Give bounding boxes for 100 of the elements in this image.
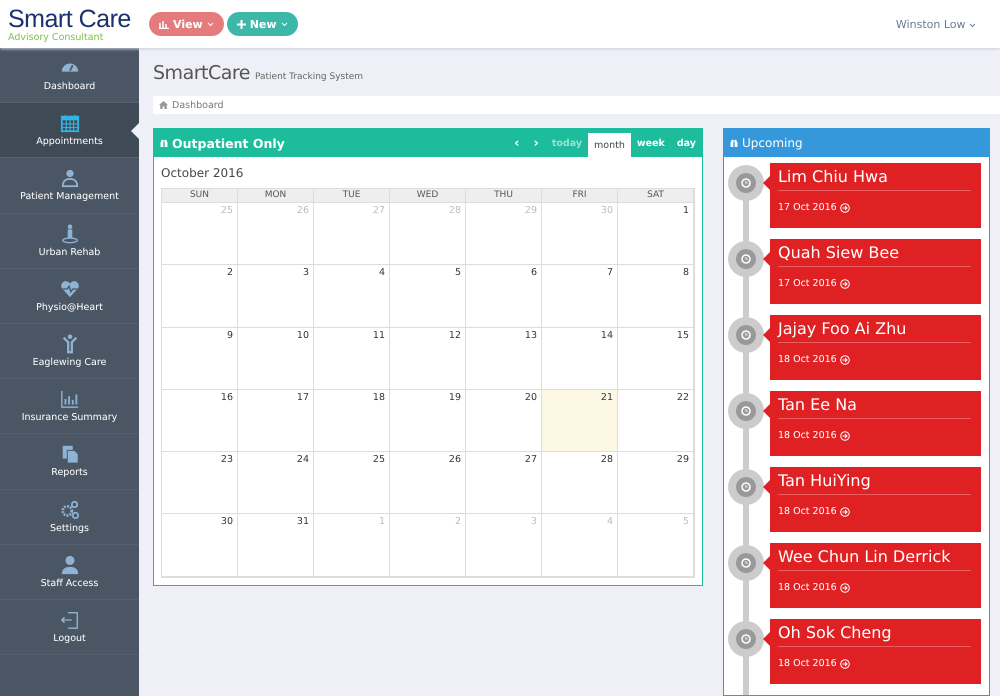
day-cell[interactable]: 4 [314,265,390,328]
sidebar-item[interactable]: Staff Access [0,544,139,600]
arrow-circle-icon [840,582,850,592]
weekday-header: SAT [618,189,694,203]
chart-icon [60,389,80,410]
patient-name: Jajay Foo Ai Zhu [778,319,971,343]
day-cell[interactable]: 7 [542,265,618,328]
day-cell[interactable]: 28 [542,452,618,514]
person-icon [60,224,80,244]
day-cell[interactable]: 26 [390,452,466,514]
arrow-circle-icon [840,430,850,440]
chevron-down-icon [206,22,214,26]
day-cell[interactable]: 15 [618,328,694,390]
arrow-circle-icon [840,278,850,288]
appointment-date: 17 Oct 2016 [778,278,837,289]
day-cell[interactable]: 8 [618,265,694,328]
breadcrumb-link[interactable]: Dashboard [172,100,224,110]
patient-name: Tan HuiYing [778,471,971,495]
arrow-circle-icon [840,202,850,212]
sidebar-item[interactable]: Patient Management [0,158,139,214]
arrow-circle-icon [840,658,850,668]
appointment-date: 17 Oct 2016 [778,202,837,213]
calendar-icon [60,113,80,134]
patient-name: Quah Siew Bee [778,243,971,267]
day-cell[interactable]: 6 [466,265,542,328]
appointment-date: 18 Oct 2016 [778,430,837,441]
gift-icon [160,139,168,147]
logo-text: Smart Care [8,6,132,32]
weekday-header: FRI [542,189,618,203]
sidebar-item[interactable]: Eaglewing Care [0,324,139,380]
day-cell[interactable]: 1 [618,203,694,266]
sidebar-item[interactable]: Appointments [0,103,139,158]
view-tab[interactable]: month [588,133,631,157]
appointment-date: 18 Oct 2016 [778,354,837,365]
arrow-circle-icon [840,354,850,364]
day-cell[interactable]: 13 [466,328,542,390]
user-icon [60,554,80,575]
day-cell[interactable]: 24 [238,452,314,514]
day-cell[interactable]: 17 [238,390,314,452]
weekday-header: WED [390,189,466,203]
appointment-date: 18 Oct 2016 [778,582,837,593]
day-cell[interactable]: 22 [618,390,694,452]
day-cell[interactable]: 27 [466,452,542,514]
month-title: October 2016 [160,165,244,182]
plus-icon [236,20,246,28]
clock-icon [736,401,756,421]
files-icon [60,444,80,464]
chevron-down-icon [280,22,288,26]
home-icon [159,101,168,109]
upcoming-title: Upcoming [742,136,803,150]
day-cell[interactable]: 30 [162,514,238,577]
day-cell[interactable]: 21 [542,390,618,452]
clock-icon [736,249,756,269]
heart-icon [60,278,80,299]
logout-icon [60,610,80,630]
weekday-header: MON [238,189,314,203]
day-cell[interactable]: 11 [314,328,390,390]
appointment-date: 18 Oct 2016 [778,658,837,669]
day-cell[interactable]: 23 [162,452,238,514]
patient-name: Lim Chiu Hwa [778,167,971,191]
day-cell[interactable]: 16 [162,390,238,452]
day-cell[interactable]: 3 [238,265,314,328]
clock-icon [736,629,756,649]
clock-icon [736,325,756,345]
clock-icon [736,553,756,573]
sidebar-item[interactable]: Reports [0,434,139,490]
sidebar-item[interactable]: Logout [0,600,139,656]
calendar-title: Outpatient Only [172,136,286,150]
day-cell[interactable]: 29 [618,452,694,514]
gears-icon [60,500,80,520]
day-cell[interactable]: 12 [390,328,466,390]
patient-name: Wee Chun Lin Derrick [778,547,971,571]
day-cell[interactable]: 10 [238,328,314,390]
patient-name: Tan Ee Na [778,395,971,419]
day-cell[interactable]: 5 [390,265,466,328]
day-cell[interactable]: 9 [162,328,238,390]
doctor-icon [60,168,80,188]
logo-tagline: Advisory Consultant [8,32,104,42]
weekday-header: SUN [162,189,238,203]
clock-icon [736,477,756,497]
clock-icon [736,173,756,193]
user-menu[interactable]: Winston Low [896,18,976,30]
gift-icon [730,139,738,147]
weekday-header: TUE [314,189,390,203]
sidebar-item[interactable]: Physio@Heart [0,268,139,324]
bar-chart-icon [159,20,169,28]
weekday-header: THU [466,189,542,203]
day-cell[interactable]: 18 [314,390,390,452]
sidebar-item[interactable]: Insurance Summary [0,379,139,434]
patient-name: Oh Sok Cheng [778,623,971,647]
page-subtitle: Patient Tracking System [254,72,364,82]
sidebar-item[interactable]: Urban Rehab [0,214,139,269]
appointment-date: 18 Oct 2016 [778,506,837,517]
arrow-circle-icon [840,506,850,516]
sidebar-item[interactable]: Settings [0,490,139,545]
day-cell[interactable]: 19 [390,390,466,452]
day-cell[interactable]: 2 [162,265,238,328]
day-cell[interactable]: 31 [238,514,314,577]
page-title: SmartCare [153,62,250,84]
day-cell[interactable]: 25 [314,452,390,514]
